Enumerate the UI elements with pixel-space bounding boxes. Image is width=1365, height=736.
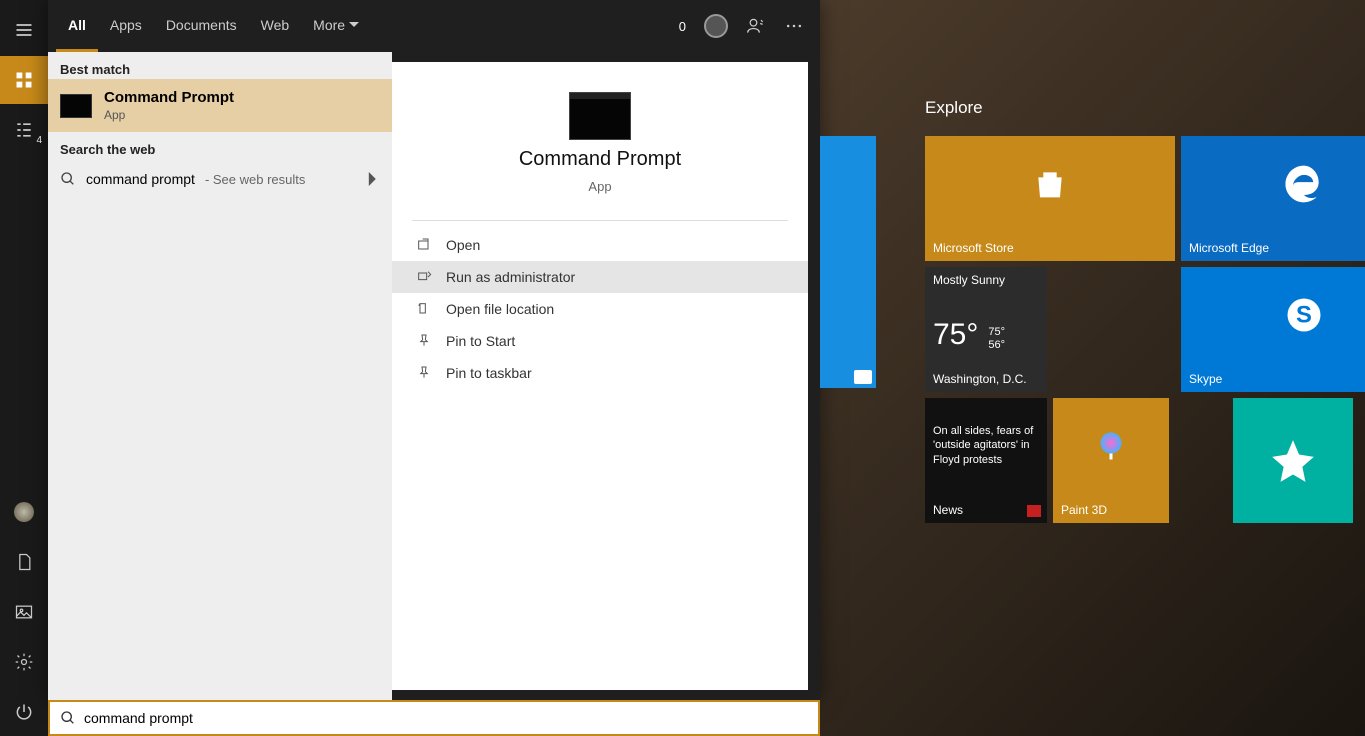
search-panel: All Apps Documents Web More 0 Best match… — [48, 0, 820, 700]
search-icon — [60, 710, 76, 726]
best-match-item[interactable]: Command Prompt App — [48, 79, 392, 132]
tab-apps[interactable]: Apps — [98, 0, 154, 52]
folder-icon — [416, 301, 432, 317]
best-match-title: Command Prompt — [104, 89, 234, 106]
pin-icon — [416, 365, 432, 381]
explore-header: Explore — [925, 98, 983, 118]
cmd-thumb-icon — [60, 94, 92, 118]
store-icon — [1030, 164, 1070, 204]
preview-kind: App — [588, 179, 611, 194]
search-icon — [60, 171, 76, 187]
user-avatar[interactable] — [0, 488, 48, 536]
tile-peek[interactable] — [820, 136, 876, 388]
hamburger-icon[interactable] — [0, 6, 48, 54]
action-pin-taskbar[interactable]: Pin to taskbar — [392, 357, 808, 389]
best-match-sub: App — [104, 108, 234, 122]
tab-more[interactable]: More — [301, 0, 371, 52]
tile-news[interactable]: On all sides, fears of 'outside agitator… — [925, 398, 1047, 523]
paint-icon — [1093, 428, 1129, 464]
pin-icon — [416, 333, 432, 349]
rewards-score: 0 — [679, 19, 686, 34]
search-input[interactable] — [84, 710, 808, 726]
preview-thumb-icon — [569, 92, 631, 140]
edge-icon — [1282, 162, 1326, 206]
rewards-icon[interactable] — [704, 14, 728, 38]
pictures-icon[interactable] — [0, 588, 48, 636]
start-rail — [0, 0, 48, 736]
open-icon — [416, 237, 432, 253]
tab-web[interactable]: Web — [249, 0, 302, 52]
tab-documents[interactable]: Documents — [154, 0, 249, 52]
search-web-header: Search the web — [48, 132, 392, 159]
results-column: Best match Command Prompt App Search the… — [48, 52, 392, 700]
preview-title: Command Prompt — [519, 148, 681, 171]
news-badge-icon — [1027, 505, 1041, 517]
tile-microsoft-store[interactable]: Microsoft Store — [925, 136, 1175, 261]
action-pin-start[interactable]: Pin to Start — [392, 325, 808, 357]
best-match-header: Best match — [48, 52, 392, 79]
documents-icon[interactable] — [0, 538, 48, 586]
search-field[interactable] — [48, 700, 820, 736]
settings-icon[interactable] — [0, 638, 48, 686]
tile-weather[interactable]: Mostly Sunny 75° 75°56° Washington, D.C. — [925, 267, 1047, 392]
photo-icon — [854, 370, 872, 384]
action-open-location[interactable]: Open file location — [392, 293, 808, 325]
web-query-sub: - See web results — [205, 172, 305, 187]
web-query-text: command prompt — [86, 171, 195, 187]
tile-edge[interactable]: Microsoft Edge — [1181, 136, 1365, 261]
divider — [412, 220, 788, 221]
action-run-admin[interactable]: Run as administrator — [392, 261, 808, 293]
action-open[interactable]: Open — [392, 229, 808, 261]
tile-paint3d[interactable]: Paint 3D — [1053, 398, 1169, 523]
rail-list-icon[interactable] — [0, 106, 48, 154]
skype-icon: S — [1282, 293, 1326, 337]
ellipsis-icon[interactable] — [784, 16, 804, 36]
shield-icon — [416, 269, 432, 285]
tile-grid: Microsoft Store Microsoft Edge Mostly Su… — [925, 136, 1365, 523]
tile-skype[interactable]: S Skype — [1181, 267, 1365, 392]
feedback-icon[interactable] — [746, 16, 766, 36]
web-result-row[interactable]: command prompt - See web results — [48, 159, 392, 199]
rail-apps-icon[interactable] — [0, 56, 48, 104]
chevron-right-icon — [366, 172, 380, 186]
power-icon[interactable] — [0, 688, 48, 736]
svg-text:S: S — [1296, 301, 1312, 328]
tab-all[interactable]: All — [56, 0, 98, 52]
star-icon — [1268, 436, 1318, 486]
preview-column: Command Prompt App Open Run as administr… — [392, 62, 808, 690]
tile-star[interactable] — [1233, 398, 1353, 523]
